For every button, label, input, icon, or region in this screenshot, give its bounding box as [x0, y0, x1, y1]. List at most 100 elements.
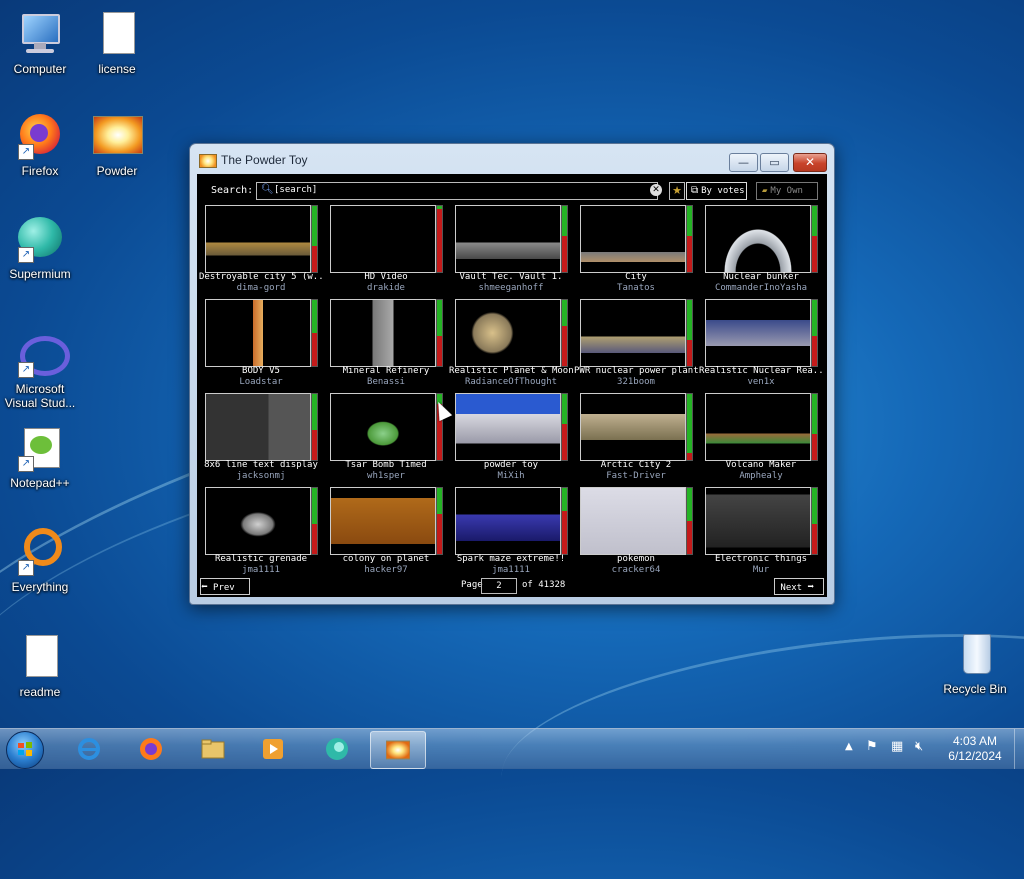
save-card[interactable]: Realistic grenade jma1111: [205, 487, 318, 577]
save-author[interactable]: 321boom: [574, 377, 698, 387]
save-author[interactable]: Mur: [699, 565, 823, 575]
save-author[interactable]: Tanatos: [574, 283, 698, 293]
save-author[interactable]: dima-gord: [199, 283, 323, 293]
network-icon[interactable]: ▦: [891, 739, 903, 779]
save-thumbnail[interactable]: [580, 393, 686, 461]
save-card[interactable]: powder toy MiXih: [455, 393, 568, 483]
save-card[interactable]: pokemon cracker64: [580, 487, 693, 577]
start-button[interactable]: [6, 731, 44, 769]
desktop-icon-powder[interactable]: Powder: [77, 112, 157, 178]
save-card[interactable]: Realistic Nuclear Rea... ven1x: [699, 299, 823, 389]
clock[interactable]: 4:03 AM 6/12/2024: [940, 734, 1010, 764]
save-author[interactable]: jma1111: [449, 565, 573, 575]
next-page-button[interactable]: Next ➡: [774, 578, 824, 595]
my-own-button[interactable]: ▰ My Own: [756, 182, 818, 200]
desktop-icon-computer[interactable]: Computer: [0, 10, 80, 76]
save-author[interactable]: shmeeganhoff: [449, 283, 573, 293]
desktop-icon-notepadpp[interactable]: ↗ Notepad++: [0, 424, 80, 490]
save-thumbnail[interactable]: [580, 487, 686, 555]
save-card[interactable]: PWR nuclear power plant 321boom: [574, 299, 698, 389]
taskbar-supermium[interactable]: [310, 731, 364, 767]
save-author[interactable]: CommanderInoYasha: [699, 283, 823, 293]
save-card[interactable]: Realistic Planet & Moon RadianceOfThought: [449, 299, 573, 389]
desktop-icon-supermium[interactable]: ↗ Supermium: [0, 215, 80, 281]
save-thumbnail[interactable]: [455, 299, 561, 367]
search-input[interactable]: 🔍︎ [search]: [256, 182, 658, 200]
save-thumbnail[interactable]: [205, 393, 311, 461]
save-author[interactable]: Loadstar: [199, 377, 323, 387]
save-card[interactable]: City Tanatos: [580, 205, 693, 295]
save-thumbnail[interactable]: [205, 487, 311, 555]
firefox-icon: ↗: [16, 112, 64, 160]
show-desktop-button[interactable]: [1014, 729, 1024, 769]
save-thumbnail[interactable]: [330, 205, 436, 273]
save-author[interactable]: Fast-Driver: [574, 471, 698, 481]
save-author[interactable]: Benassi: [324, 377, 448, 387]
desktop-icon-license[interactable]: license: [77, 10, 157, 76]
save-author[interactable]: wh1sper: [324, 471, 448, 481]
show-hidden-icons[interactable]: ▲: [845, 741, 853, 781]
upvote-fill: [812, 488, 817, 525]
save-thumbnail[interactable]: [705, 205, 811, 273]
save-card[interactable]: Electronic things Mur: [705, 487, 818, 577]
maximize-button[interactable]: ▭: [760, 153, 789, 172]
save-author[interactable]: jma1111: [199, 565, 323, 575]
save-author[interactable]: ven1x: [699, 377, 823, 387]
desktop-icon-recycle-bin[interactable]: Recycle Bin: [935, 630, 1015, 696]
clear-search-icon[interactable]: ✕: [650, 184, 662, 196]
save-card[interactable]: HD Video drakide: [330, 205, 443, 295]
desktop-icon-visual-studio[interactable]: ↗ Microsoft Visual Stud...: [0, 330, 80, 410]
taskbar-explorer[interactable]: [186, 731, 240, 767]
save-card[interactable]: Tsar Bomb Timed wh1sper: [330, 393, 443, 483]
save-card[interactable]: BODY V5 Loadstar: [205, 299, 318, 389]
save-thumbnail[interactable]: [705, 393, 811, 461]
desktop-icon-label: Recycle Bin: [943, 682, 1007, 696]
save-card[interactable]: Mineral Refinery Benassi: [330, 299, 443, 389]
save-card[interactable]: Arctic City 2 Fast-Driver: [580, 393, 693, 483]
taskbar-media-player[interactable]: [246, 731, 300, 767]
save-thumbnail[interactable]: [330, 299, 436, 367]
save-thumbnail[interactable]: [580, 299, 686, 367]
save-card[interactable]: Vault Tec. Vault 1. shmeeganhoff: [455, 205, 568, 295]
save-author[interactable]: drakide: [324, 283, 448, 293]
prev-page-button[interactable]: ⬅ Prev: [200, 578, 250, 595]
save-card[interactable]: Spark maze extreme!! jma1111: [455, 487, 568, 577]
save-author[interactable]: jacksonmj: [199, 471, 323, 481]
save-thumbnail[interactable]: [455, 205, 561, 273]
sort-by-votes-button[interactable]: ⧉ By votes: [686, 182, 747, 200]
favorites-star-icon[interactable]: ★: [669, 182, 685, 200]
close-button[interactable]: ✕: [793, 153, 827, 172]
desktop-icon-readme[interactable]: readme: [0, 633, 80, 699]
save-card[interactable]: colony on planet hacker97: [330, 487, 443, 577]
save-thumbnail[interactable]: [455, 487, 561, 555]
save-author[interactable]: Amphealy: [699, 471, 823, 481]
action-center-flag-icon[interactable]: ⚑: [866, 739, 878, 779]
taskbar-powder-toy[interactable]: [370, 731, 426, 769]
save-title: Mineral Refinery: [342, 366, 430, 376]
save-card[interactable]: Nuclear bunker CommanderInoYasha: [705, 205, 818, 295]
title-bar[interactable]: The Powder Toy — ▭ ✕: [190, 144, 834, 174]
save-thumbnail[interactable]: [205, 205, 311, 273]
save-thumbnail[interactable]: [705, 299, 811, 367]
save-author[interactable]: MiXih: [449, 471, 573, 481]
taskbar-ie[interactable]: [62, 731, 116, 767]
desktop-icon-firefox[interactable]: ↗ Firefox: [0, 112, 80, 178]
save-thumbnail[interactable]: [330, 487, 436, 555]
save-card[interactable]: Destroyable city 5 (w... dima-gord: [199, 205, 323, 295]
save-thumbnail[interactable]: [330, 393, 436, 461]
save-card[interactable]: Volcano Maker Amphealy: [705, 393, 818, 483]
save-author[interactable]: RadianceOfThought: [449, 377, 573, 387]
desktop-icon-everything[interactable]: ↗ Everything: [0, 528, 80, 594]
save-thumbnail[interactable]: [205, 299, 311, 367]
taskbar-firefox[interactable]: [124, 731, 178, 767]
save-author[interactable]: cracker64: [574, 565, 698, 575]
save-thumbnail[interactable]: [455, 393, 561, 461]
powder-toy-window[interactable]: The Powder Toy — ▭ ✕ Search: 🔍︎ [search]…: [189, 143, 835, 605]
page-number-input[interactable]: 2: [481, 578, 517, 594]
save-card[interactable]: 8x6 line text display jacksonmj: [204, 393, 318, 483]
volume-muted-icon[interactable]: 🔇︎: [915, 739, 923, 779]
save-author[interactable]: hacker97: [324, 565, 448, 575]
minimize-button[interactable]: —: [729, 153, 758, 172]
save-thumbnail[interactable]: [705, 487, 811, 555]
save-thumbnail[interactable]: [580, 205, 686, 273]
